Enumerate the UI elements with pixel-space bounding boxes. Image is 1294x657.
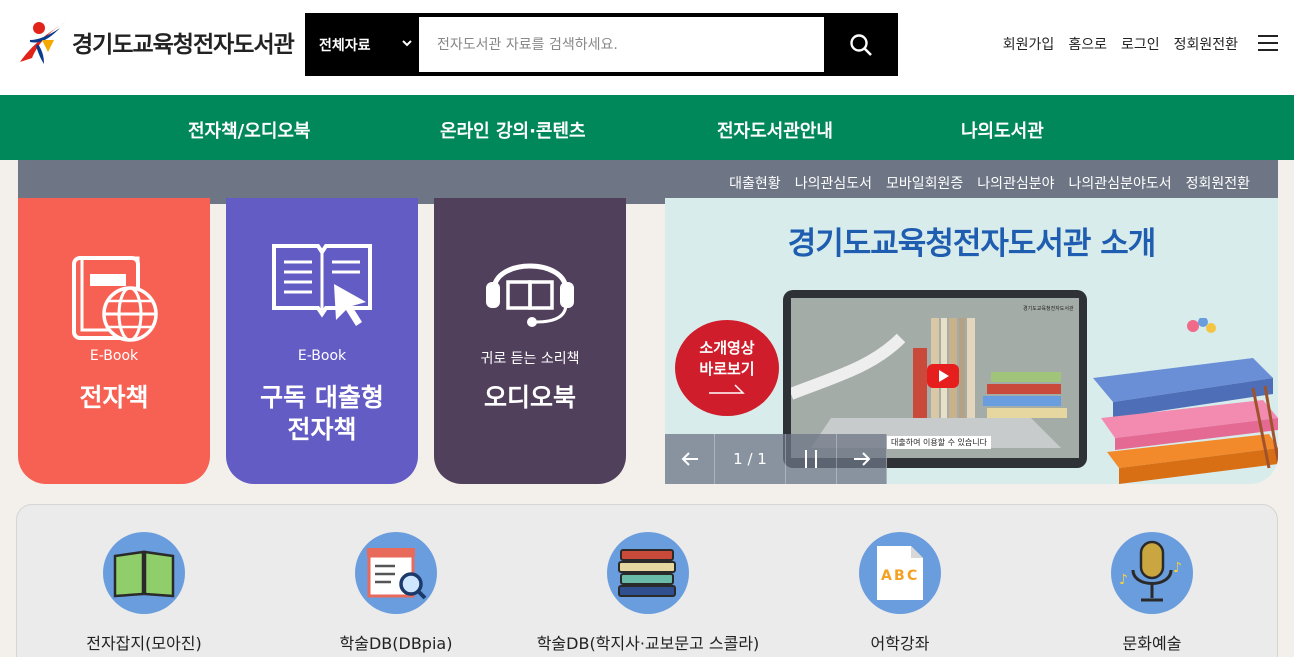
login-link[interactable]: 로그인 (1121, 34, 1160, 54)
service-dbpia-label: 학술DB(DBpia) (339, 634, 453, 653)
service-culture-label: 문화예술 (1122, 634, 1182, 653)
subnav-favorite-books[interactable]: 나의관심도서 (795, 173, 872, 193)
service-magazine[interactable]: 전자잡지(모아진) (24, 532, 264, 654)
audiobook-card-title: 오디오북 (483, 383, 576, 412)
search-category-label: 전체자료 (319, 37, 371, 54)
ebook-card[interactable]: E-Book 전자책 (18, 198, 210, 484)
video-caption: 대출하여 이용할 수 있습니다 (887, 436, 991, 449)
subscription-card-title: 구독 대출형 전자책 (260, 383, 384, 444)
service-panel: 전자잡지(모아진) 학술DB(DBpia) 학술DB(학지사·교보문고 스콜라)… (16, 504, 1278, 657)
banner-pause-button[interactable] (786, 434, 837, 484)
header: 경기도교육청전자도서관 전체자료 회원가입 홈으로 로그인 정회원전환 (0, 0, 1294, 95)
signup-link[interactable]: 회원가입 (1003, 34, 1055, 54)
top-links: 회원가입 홈으로 로그인 정회원전환 (1003, 34, 1238, 54)
service-dbpia[interactable]: 학술DB(DBpia) (276, 532, 516, 654)
site-logo[interactable]: 경기도교육청전자도서관 (18, 18, 295, 66)
database-search-icon (355, 532, 437, 614)
ebook-card-title: 전자책 (79, 383, 149, 412)
video-link-line2: 바로보기 (699, 360, 755, 378)
headset-book-icon (486, 263, 574, 327)
nav-ebook-audiobook[interactable]: 전자책/오디오북 (188, 117, 311, 143)
ebook-globe-icon (72, 256, 158, 342)
stacked-books-illustration (1093, 318, 1278, 484)
search-icon (850, 33, 872, 56)
banner-controls: 1 / 1 (665, 434, 887, 484)
books-stack-icon (607, 532, 689, 614)
microphone-icon: ♪ ♪ (1111, 532, 1193, 614)
nav-library-info[interactable]: 전자도서관안내 (717, 117, 833, 143)
magazine-icon (103, 532, 185, 614)
svg-text:♪: ♪ (1173, 560, 1182, 576)
svg-text:A: A (881, 568, 892, 584)
banner-pager: 1 / 1 (715, 434, 786, 484)
search-button[interactable] (824, 13, 898, 76)
site-title: 경기도교육청전자도서관 (72, 32, 295, 58)
service-language-label: 어학강좌 (870, 634, 930, 653)
audiobook-card[interactable]: 귀로 듣는 소리책 오디오북 (434, 198, 626, 484)
service-scholar[interactable]: 학술DB(학지사·교보문고 스콜라) (528, 532, 768, 654)
menu-icon[interactable] (1258, 35, 1278, 52)
svg-text:♪: ♪ (1119, 572, 1128, 588)
subnav-loan-status[interactable]: 대출현황 (729, 173, 781, 193)
banner-prev-button[interactable] (665, 434, 715, 484)
arrow-right-icon (709, 384, 745, 394)
subnav-member-convert[interactable]: 정회원전환 (1186, 173, 1250, 193)
service-scholar-label: 학술DB(학지사·교보문고 스콜라) (536, 634, 760, 653)
chevron-down-icon (402, 40, 412, 47)
arrow-right-icon (853, 452, 870, 466)
nav-my-library[interactable]: 나의도서관 (961, 117, 1044, 143)
banner-next-button[interactable] (837, 434, 887, 484)
svg-text:B: B (894, 568, 905, 584)
home-link[interactable]: 홈으로 (1068, 34, 1107, 54)
video-link-line1: 소개영상 (699, 339, 755, 357)
subscription-ebook-card[interactable]: E-Book 구독 대출형 전자책 (226, 198, 418, 484)
audiobook-card-sub: 귀로 듣는 소리책 (480, 351, 580, 367)
intro-banner[interactable]: 경기도교육청전자도서관 소개 소개영상 바로보기 경기도교육청전자도서관 대출하… (665, 198, 1278, 484)
subscription-card-sub: E-Book (297, 348, 347, 364)
search-category-select[interactable]: 전체자료 (305, 13, 419, 76)
open-book-cursor-icon (272, 244, 372, 326)
nav-online-lectures[interactable]: 온라인 강의·콘텐츠 (440, 117, 586, 143)
abc-icon: A B C (859, 532, 941, 614)
pause-icon (805, 450, 817, 468)
service-culture[interactable]: ♪ ♪ 문화예술 (1032, 532, 1272, 654)
search-bar: 전체자료 (305, 13, 898, 76)
service-language[interactable]: A B C 어학강좌 (780, 532, 1020, 654)
search-input[interactable] (419, 17, 824, 72)
logo-icon (20, 22, 66, 64)
video-link-button[interactable]: 소개영상 바로보기 (675, 320, 779, 416)
banner-title: 경기도교육청전자도서관 소개 (787, 226, 1157, 262)
service-magazine-label: 전자잡지(모아진) (86, 634, 202, 653)
subnav-interest-books[interactable]: 나의관심분야도서 (1069, 173, 1172, 193)
member-convert-link[interactable]: 정회원전환 (1174, 34, 1238, 54)
svg-text:C: C (907, 568, 917, 584)
play-icon[interactable] (927, 364, 959, 388)
main-nav: 전자책/오디오북 온라인 강의·콘텐츠 전자도서관안내 나의도서관 (0, 95, 1294, 160)
tablet-logo-text: 경기도교육청전자도서관 (1023, 305, 1074, 312)
subnav-mobile-card[interactable]: 모바일회원증 (886, 173, 963, 193)
ebook-card-sub: E-Book (89, 348, 139, 364)
subnav-interest-areas[interactable]: 나의관심분야 (977, 173, 1054, 193)
arrow-left-icon (681, 452, 698, 466)
